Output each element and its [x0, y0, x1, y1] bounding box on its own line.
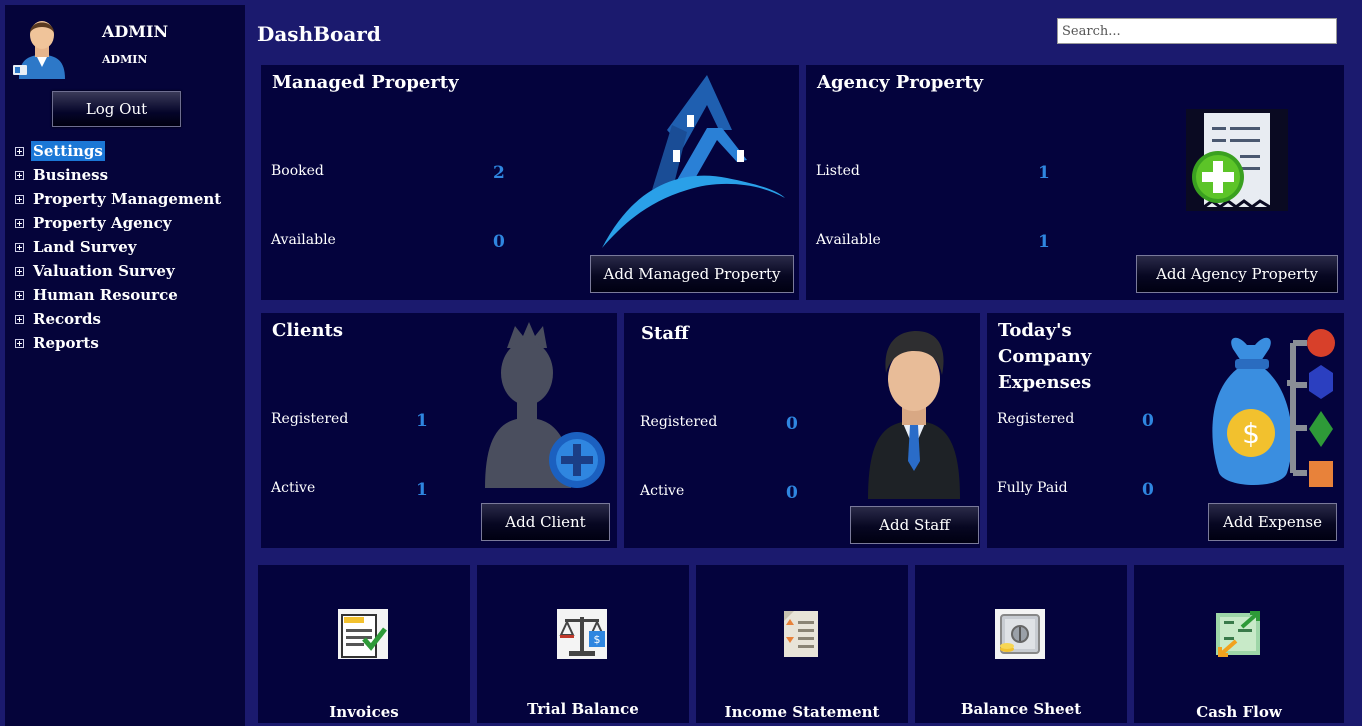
- report-label: Cash Flow: [1196, 703, 1282, 721]
- add-user-icon: [485, 322, 605, 488]
- add-staff-button[interactable]: Add Staff: [850, 506, 979, 544]
- page-title: DashBoard: [257, 22, 381, 46]
- menu-item-valuation-survey[interactable]: Valuation Survey: [15, 259, 223, 283]
- report-tile-income-statement[interactable]: Income Statement: [696, 565, 908, 723]
- registered-value: 0: [786, 414, 798, 434]
- menu-label[interactable]: Business: [31, 165, 110, 185]
- expand-icon[interactable]: [15, 146, 24, 156]
- menu-label[interactable]: Land Survey: [31, 237, 139, 257]
- active-value: 0: [786, 483, 798, 503]
- booked-value: 2: [493, 163, 505, 183]
- expand-icon[interactable]: [15, 290, 24, 300]
- sidebar-menu: Settings Business Property Management Pr…: [15, 139, 223, 355]
- fully-paid-value: 0: [1142, 480, 1154, 500]
- add-managed-property-button[interactable]: Add Managed Property: [590, 255, 794, 293]
- registered-value: 0: [1142, 411, 1154, 431]
- svg-text:$: $: [1242, 417, 1260, 450]
- scale-icon: $: [557, 609, 607, 659]
- report-label: Balance Sheet: [960, 700, 1082, 718]
- menu-item-property-management[interactable]: Property Management: [15, 187, 223, 211]
- report-label: Trial Balance: [527, 700, 639, 718]
- expand-icon[interactable]: [15, 194, 24, 204]
- menu-item-property-agency[interactable]: Property Agency: [15, 211, 223, 235]
- registered-label: Registered: [271, 411, 349, 427]
- agency-property-card: Agency Property Listed 1 Available 1 Add…: [806, 65, 1344, 300]
- report-tile-balance-sheet[interactable]: Balance Sheet: [915, 565, 1127, 723]
- report-label: Invoices: [329, 703, 399, 721]
- expand-icon[interactable]: [15, 338, 24, 348]
- menu-item-human-resource[interactable]: Human Resource: [15, 283, 223, 307]
- user-role: ADMIN: [102, 53, 148, 66]
- menu-item-business[interactable]: Business: [15, 163, 223, 187]
- report-tile-trial-balance[interactable]: $ Trial Balance: [477, 565, 689, 723]
- menu-label[interactable]: Reports: [31, 333, 101, 353]
- sidebar: ADMIN ADMIN Log Out Settings Business Pr…: [5, 5, 245, 726]
- registered-value: 1: [416, 411, 428, 431]
- menu-label[interactable]: Property Management: [31, 189, 223, 209]
- cash-flow-icon: [1214, 609, 1264, 659]
- safe-icon: [995, 609, 1045, 659]
- registered-label: Registered: [640, 414, 718, 430]
- user-name: ADMIN: [102, 22, 169, 41]
- available-value: 0: [493, 232, 505, 252]
- menu-label[interactable]: Settings: [31, 141, 105, 161]
- active-label: Active: [271, 480, 316, 496]
- card-title: Today's Company Expenses: [998, 320, 1092, 393]
- card-title: Agency Property: [817, 72, 984, 93]
- add-agency-property-button[interactable]: Add Agency Property: [1136, 255, 1338, 293]
- menu-label[interactable]: Valuation Survey: [31, 261, 177, 281]
- menu-label[interactable]: Human Resource: [31, 285, 180, 305]
- available-label: Available: [271, 232, 336, 248]
- report-tile-cash-flow[interactable]: Cash Flow: [1134, 565, 1344, 723]
- clients-card: Clients Registered 1 Active 1 Add Client: [261, 313, 617, 548]
- expenses-card: Today's Company Expenses Registered 0 Fu…: [987, 313, 1344, 548]
- active-value: 1: [416, 480, 428, 500]
- booked-label: Booked: [271, 163, 324, 179]
- add-document-icon: [1186, 109, 1288, 211]
- invoice-icon: [338, 609, 388, 659]
- expand-icon[interactable]: [15, 170, 24, 180]
- staff-person-icon: [868, 331, 960, 499]
- expand-icon[interactable]: [15, 266, 24, 276]
- add-client-button[interactable]: Add Client: [481, 503, 610, 541]
- listed-value: 1: [1038, 163, 1050, 183]
- svg-text:$: $: [594, 633, 601, 646]
- logout-button[interactable]: Log Out: [52, 91, 181, 127]
- registered-label: Registered: [997, 411, 1075, 427]
- staff-card: Staff Registered 0 Active 0 Add Staff: [624, 313, 980, 548]
- card-title: Managed Property: [272, 72, 459, 93]
- expand-icon[interactable]: [15, 218, 24, 228]
- available-label: Available: [816, 232, 881, 248]
- card-title: Staff: [641, 323, 689, 344]
- card-title: Clients: [272, 320, 343, 341]
- money-bag-icon: $: [1212, 329, 1335, 487]
- listed-label: Listed: [816, 163, 860, 179]
- menu-label[interactable]: Property Agency: [31, 213, 173, 233]
- menu-item-settings[interactable]: Settings: [15, 139, 223, 163]
- active-label: Active: [640, 483, 685, 499]
- expand-icon[interactable]: [15, 314, 24, 324]
- admin-avatar: [13, 21, 65, 79]
- available-value: 1: [1038, 232, 1050, 252]
- fully-paid-label: Fully Paid: [997, 480, 1068, 496]
- report-tile-invoices[interactable]: Invoices: [258, 565, 470, 723]
- menu-item-reports[interactable]: Reports: [15, 331, 223, 355]
- menu-item-records[interactable]: Records: [15, 307, 223, 331]
- add-expense-button[interactable]: Add Expense: [1208, 503, 1337, 541]
- report-label: Income Statement: [724, 703, 880, 721]
- house-logo-icon: [602, 75, 785, 248]
- managed-property-card: Managed Property Booked 2 Available 0 Ad…: [261, 65, 799, 300]
- search-input[interactable]: [1057, 18, 1337, 44]
- statement-icon: [776, 609, 826, 659]
- menu-label[interactable]: Records: [31, 309, 103, 329]
- expand-icon[interactable]: [15, 242, 24, 252]
- menu-item-land-survey[interactable]: Land Survey: [15, 235, 223, 259]
